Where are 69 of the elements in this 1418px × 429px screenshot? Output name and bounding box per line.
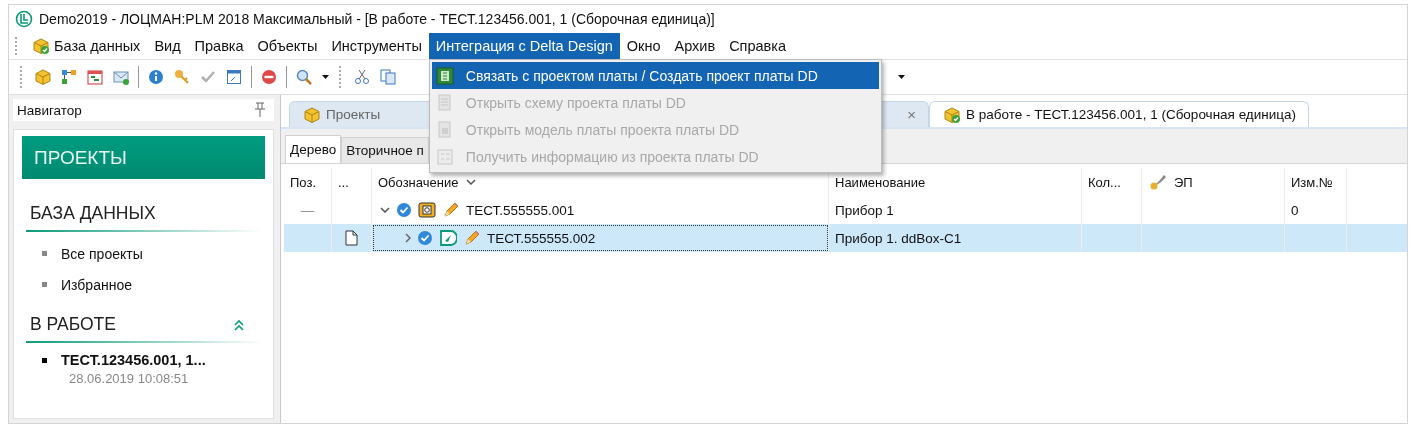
calendar-icon[interactable] bbox=[87, 69, 103, 85]
menu-item[interactable]: Справка bbox=[722, 33, 794, 59]
pin-icon[interactable] bbox=[252, 102, 268, 118]
cube-icon bbox=[304, 106, 320, 123]
stop-icon[interactable] bbox=[261, 69, 277, 85]
check-circle-icon bbox=[396, 202, 412, 218]
nav-link[interactable]: Избранное bbox=[61, 276, 132, 293]
cube-icon[interactable] bbox=[35, 69, 51, 85]
mail-icon[interactable] bbox=[113, 69, 129, 85]
checkmark-icon[interactable] bbox=[200, 69, 216, 85]
circuit-board-icon bbox=[435, 66, 454, 85]
menu-item[interactable]: Вид bbox=[147, 33, 188, 59]
pencil-icon bbox=[463, 229, 481, 247]
column-header[interactable]: Изм.№ bbox=[1285, 168, 1347, 196]
section-heading: В РАБОТЕ bbox=[30, 314, 116, 335]
table-cell: ТЕСТ.555555.001 bbox=[466, 202, 575, 218]
column-header[interactable]: ... bbox=[332, 168, 372, 196]
menu-item[interactable]: Правка bbox=[187, 33, 251, 59]
table-cell: Прибор 1. ddBox-C1 bbox=[835, 230, 962, 246]
expand-chevron-icon[interactable] bbox=[380, 207, 390, 213]
bullet-icon bbox=[42, 357, 47, 363]
menu-item[interactable]: Объекты bbox=[250, 33, 325, 59]
caret-icon[interactable] bbox=[322, 75, 329, 79]
document-tab[interactable]: В работе - ТЕСТ.123456.001, 1 (Сборочная единица) bbox=[929, 101, 1309, 127]
pencil-icon bbox=[442, 201, 460, 219]
table-row[interactable]: ТЕСТ.555555.002 Прибор 1. ddBox-C1 bbox=[284, 224, 1407, 252]
cube-icon bbox=[944, 106, 960, 123]
close-tab-button[interactable]: × bbox=[907, 106, 916, 123]
bullet-icon bbox=[42, 282, 47, 287]
column-header[interactable]: Обозначение bbox=[372, 168, 829, 196]
menu-item[interactable]: База данных bbox=[26, 33, 148, 59]
panel-title: Навигатор bbox=[17, 102, 82, 118]
scissors-icon[interactable] bbox=[354, 69, 370, 85]
table-cell: 0 bbox=[1291, 202, 1299, 218]
column-header[interactable]: Наименование bbox=[829, 168, 1082, 196]
nav-link[interactable]: Все проекты bbox=[61, 245, 143, 262]
search-icon[interactable] bbox=[296, 69, 312, 85]
column-header[interactable]: ЭП bbox=[1142, 168, 1285, 196]
check-circle-icon bbox=[417, 230, 433, 246]
section-heading: БАЗА ДАННЫХ bbox=[30, 203, 156, 224]
bullet-icon bbox=[42, 251, 47, 256]
info-icon[interactable] bbox=[148, 69, 164, 85]
view-tab[interactable]: Вторичное п bbox=[341, 137, 429, 163]
menu-item[interactable]: Архив bbox=[667, 33, 723, 59]
app-logo-icon bbox=[15, 10, 33, 28]
table-cell: ТЕСТ.555555.002 bbox=[487, 230, 596, 246]
nav-link[interactable]: ТЕСТ.123456.001, 1... bbox=[61, 352, 206, 368]
collapse-icon[interactable] bbox=[233, 317, 245, 332]
cube-icon bbox=[33, 38, 49, 54]
menu-item[interactable]: Инструменты bbox=[324, 33, 429, 59]
document-icon bbox=[435, 93, 454, 112]
key-icon[interactable] bbox=[174, 69, 190, 85]
expand-chevron-icon[interactable] bbox=[405, 233, 411, 243]
document-icon bbox=[435, 120, 454, 139]
menu-item[interactable]: Окно bbox=[619, 33, 668, 59]
menu-option[interactable]: Связать с проектом платы / Создать проект платы DD bbox=[431, 62, 879, 89]
hierarchy-icon[interactable] bbox=[61, 69, 77, 85]
view-tab[interactable]: Дерево bbox=[285, 135, 342, 163]
window-icon[interactable] bbox=[226, 69, 242, 85]
column-header[interactable]: Поз. bbox=[284, 168, 332, 196]
menu-item[interactable]: Интеграция с Delta Design bbox=[428, 33, 620, 59]
column-header[interactable]: Кол... bbox=[1082, 168, 1142, 196]
list-icon bbox=[435, 147, 454, 166]
copy-icon[interactable] bbox=[380, 69, 396, 85]
window-title: Demo2019 - ЛОЦМАН:PLM 2018 Максимальный - [В работе - ТЕСТ.123456.001, 1 (Сборочная единица)] bbox=[39, 11, 715, 27]
timestamp: 28.06.2019 10:08:51 bbox=[69, 371, 189, 386]
table-cell: Прибор 1 bbox=[835, 202, 894, 218]
caret-icon[interactable] bbox=[898, 75, 905, 79]
table-cell: — bbox=[300, 202, 315, 218]
